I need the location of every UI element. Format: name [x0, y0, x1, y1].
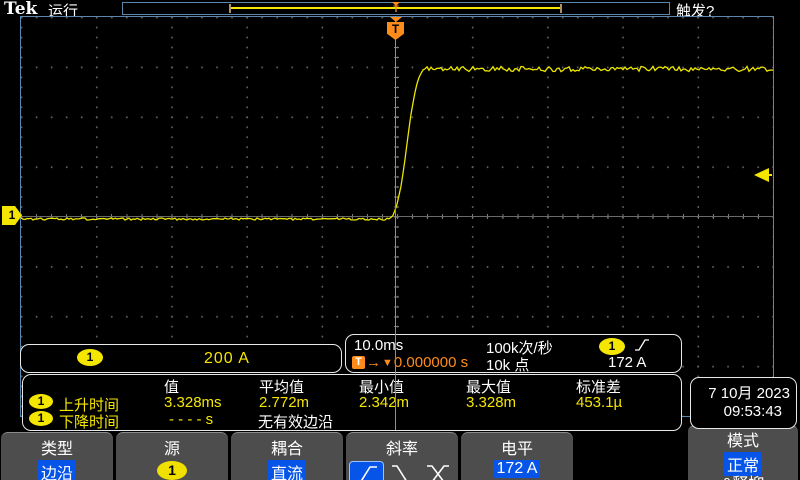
menu-source-button[interactable]: 源 1 [116, 432, 228, 480]
menu-slope-button[interactable]: 斜率 [346, 432, 458, 480]
measurement-table: 值 平均值 最小值 最大值 标准差 1 上升时间 3.328ms 2.772m … [22, 374, 682, 431]
meas-stddev: 453.1µ [576, 394, 622, 411]
meas-row-rise-time: 1 上升时间 3.328ms 2.772m 2.342m 3.328m 453.… [23, 394, 681, 411]
channel1-readout-box: 1 200 A [20, 344, 342, 373]
trigger-level-readout: 172 A [608, 354, 646, 371]
rising-edge-icon[interactable] [349, 461, 384, 480]
menu-level-label: 电平 [461, 435, 573, 459]
oscilloscope-screen: Tek 运行 触发? T T 1 1 200 A 10.0ms 100k次/秒 … [0, 0, 800, 480]
channel1-badge: 1 [77, 349, 103, 366]
menu-source-badge: 1 [157, 461, 187, 480]
menu-coupling-button[interactable]: 耦合 直流 [231, 432, 343, 480]
menu-level-button[interactable]: 电平 172 A [461, 432, 573, 480]
channel1-scale: 200 A [204, 350, 250, 368]
falling-edge-icon[interactable] [387, 461, 420, 480]
menu-mode-value: 正常 [724, 452, 762, 476]
menu-level-value: 172 A [494, 460, 541, 478]
meas-max: 3.328m [466, 394, 516, 411]
meas-value: 3.328ms [164, 394, 222, 411]
trigger-position-line [395, 16, 396, 430]
record-position-bar[interactable]: T [122, 2, 670, 15]
channel1-badge: 1 [29, 394, 53, 409]
meas-row-fall-time: 1 下降时间 - - - - s 无有效边沿 [23, 411, 681, 428]
menu-mode-button[interactable]: 模式 正常 &释抑 [688, 425, 798, 480]
menu-mode-label: 模式 [688, 427, 798, 451]
menu-type-value: 边沿 [38, 460, 76, 480]
menu-type-button[interactable]: 类型 边沿 [1, 432, 113, 480]
menu-slope-label: 斜率 [346, 435, 458, 459]
date: 7 10月 2023 [708, 382, 790, 403]
trigger-t-badge: T [352, 356, 365, 369]
trigger-position-bar-icon: T [389, 2, 403, 13]
either-edge-icon[interactable] [423, 461, 456, 480]
channel1-ground-marker[interactable]: 1 [2, 206, 22, 225]
menu-source-label: 源 [116, 435, 228, 459]
trigger-position-readout: T→▼0.000000 s [352, 354, 468, 371]
meas-value: - - - - s [169, 411, 213, 428]
trigger-position-flag[interactable]: T [387, 17, 404, 40]
trigger-source-badge: 1 [599, 338, 625, 355]
meas-min: 2.342m [359, 394, 409, 411]
meas-note: 无有效边沿 [258, 411, 333, 432]
meas-name: 下降时间 [59, 411, 119, 432]
datetime-box: 7 10月 2023 09:53:43 [690, 377, 797, 429]
menu-type-label: 类型 [1, 435, 113, 459]
trigger-flag-arrow-icon [390, 17, 402, 22]
menu-coupling-label: 耦合 [231, 435, 343, 459]
trigger-t-icon: T [387, 22, 404, 40]
window-right-bracket [560, 4, 562, 13]
record-length: 10k 点 [486, 354, 529, 375]
window-left-bracket [229, 4, 231, 13]
menu-mode-value2: &释抑 [688, 476, 798, 480]
channel1-badge: 1 [29, 411, 53, 426]
time: 09:53:43 [724, 403, 782, 420]
trigger-level-arrow-tail [767, 174, 772, 176]
menu-coupling-value: 直流 [268, 460, 306, 480]
meas-mean: 2.772m [259, 394, 309, 411]
